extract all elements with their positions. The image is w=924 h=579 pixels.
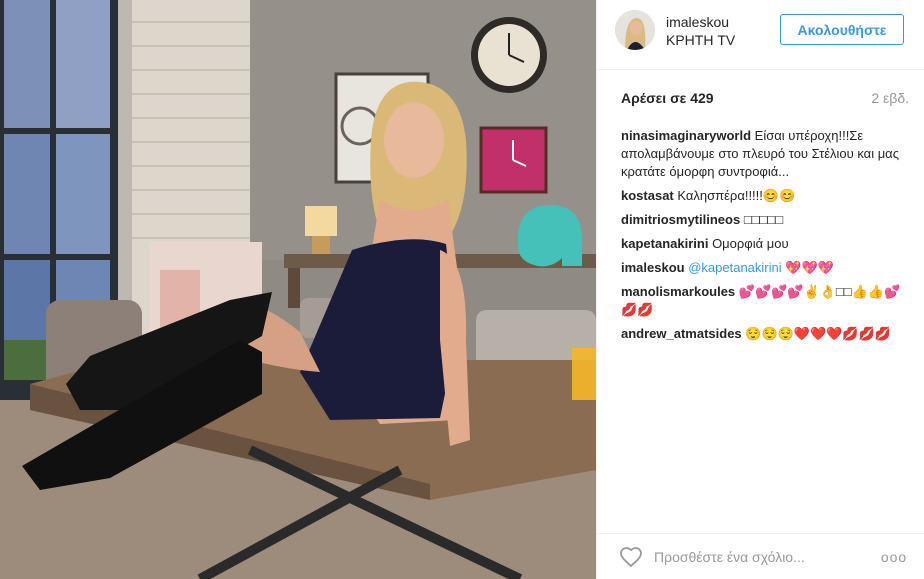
post-photo[interactable] (0, 0, 596, 579)
comment-text: Ομορφιά μου (712, 236, 789, 251)
comment-item: manolismarkoules 💕💕💕💕✌️👌□□👍👍💕💋💋 (621, 283, 911, 319)
lamp (305, 206, 337, 236)
comment-username[interactable]: imaleskou (621, 260, 685, 275)
author-location[interactable]: ΚΡΗΤΗ TV (666, 32, 735, 48)
comment-username[interactable]: manolismarkoules (621, 284, 735, 299)
comment-text: □□□□□ (743, 212, 784, 227)
post-time[interactable]: 2 εβδ. (871, 90, 909, 106)
studio-scene (0, 0, 596, 579)
comment-username[interactable]: ninasimaginaryworld (621, 128, 751, 143)
juice-cup (572, 348, 596, 400)
comment-footer: ooo (597, 533, 924, 579)
avatar-image (615, 10, 655, 50)
more-options-icon[interactable]: ooo (880, 547, 908, 567)
comment-text: 💖💖💖 (781, 260, 834, 275)
comment-username[interactable]: kapetanakirini (621, 236, 708, 251)
comments-list: ninasimaginaryworld Είσαι υπέροχη!!!Σε α… (621, 127, 911, 349)
likes-count[interactable]: Αρέσει σε 429 (621, 90, 714, 106)
comment-text: Καλησπέρα!!!!!😊😊 (677, 188, 796, 203)
likes-row: Αρέσει σε 429 2 εβδ. (621, 90, 909, 110)
heart-icon[interactable] (619, 545, 643, 569)
comment-username[interactable]: kostasat (621, 188, 674, 203)
instagram-post-view: imaleskou ΚΡΗΤΗ TV Ακολουθήστε Αρέσει σε… (0, 0, 924, 579)
comment-item: imaleskou @kapetanakirini 💖💖💖 (621, 259, 911, 277)
comment-input[interactable] (654, 546, 874, 568)
post-header: imaleskou ΚΡΗΤΗ TV Ακολουθήστε (597, 0, 924, 70)
follow-button[interactable]: Ακολουθήστε (780, 14, 904, 45)
post-sidebar: imaleskou ΚΡΗΤΗ TV Ακολουθήστε Αρέσει σε… (596, 0, 924, 579)
comment-username[interactable]: dimitriosmytilineos (621, 212, 740, 227)
comment-item: dimitriosmytilineos □□□□□ (621, 211, 911, 229)
avatar[interactable] (615, 10, 655, 50)
comment-item: kapetanakirini Ομορφιά μου (621, 235, 911, 253)
comment-username[interactable]: andrew_atmatsides (621, 326, 742, 341)
comment-item: andrew_atmatsides 😌😌😌❤️❤️❤️💋💋💋 (621, 325, 911, 343)
comment-item: ninasimaginaryworld Είσαι υπέροχη!!!Σε α… (621, 127, 911, 181)
comment-mention[interactable]: @kapetanakirini (688, 260, 781, 275)
letter-a-decor (518, 205, 582, 267)
comment-item: kostasat Καλησπέρα!!!!!😊😊 (621, 187, 911, 205)
author-username[interactable]: imaleskou (666, 14, 729, 30)
comment-text: 😌😌😌❤️❤️❤️💋💋💋 (745, 326, 891, 341)
